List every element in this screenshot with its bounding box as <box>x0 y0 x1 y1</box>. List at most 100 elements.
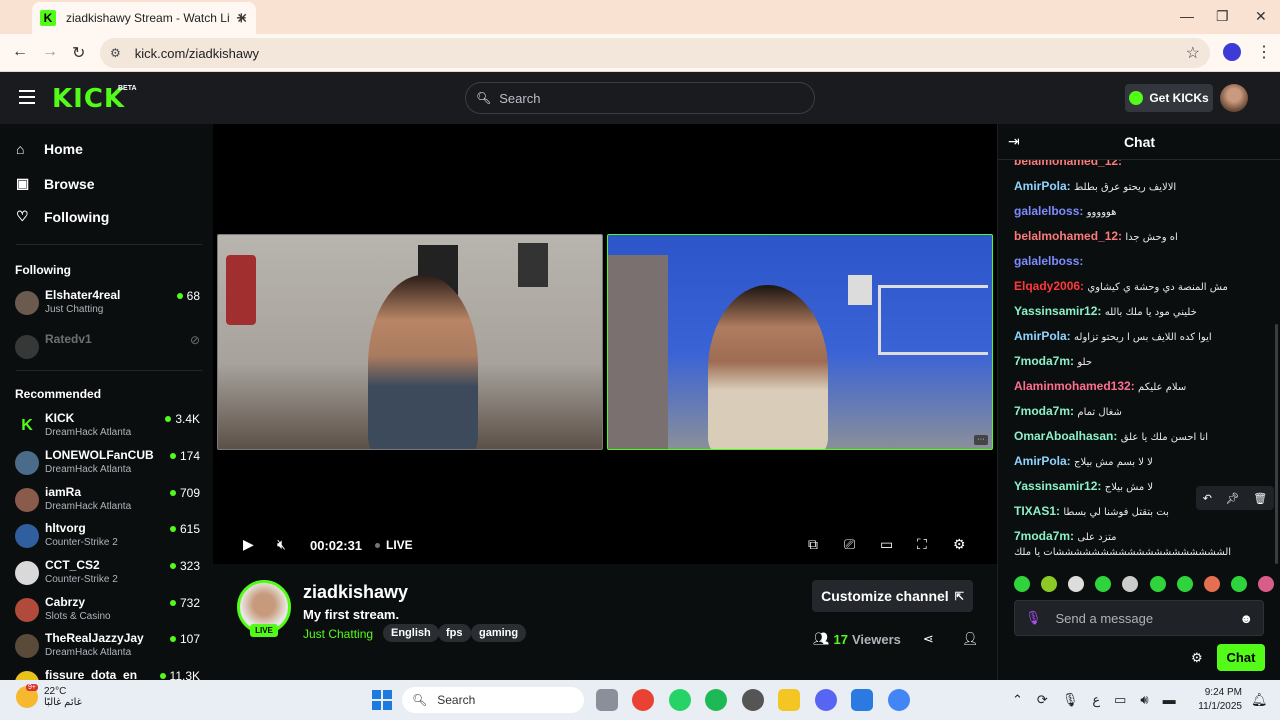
sidebar-item-following[interactable]: ♡ Following <box>16 208 109 225</box>
emote[interactable] <box>1014 576 1030 592</box>
browser-tab[interactable]: K ziadkishawy Stream - Watch Live ✕ <box>32 2 256 34</box>
minimize-icon[interactable]: — <box>1180 8 1194 24</box>
channel-item[interactable]: hltvorg Counter-Strike 2 615 <box>15 521 200 555</box>
back-icon[interactable]: ← <box>12 43 28 61</box>
new-tab-button[interactable]: + <box>236 8 247 29</box>
whatsapp-icon[interactable] <box>669 689 691 711</box>
sidebar-item-home[interactable]: ⌂ Home <box>16 141 83 157</box>
chevron-up-icon[interactable]: ⌃ <box>1012 692 1023 708</box>
theater-mode-icon[interactable]: ▭ <box>880 536 893 553</box>
delete-icon[interactable]: 🗑︎ <box>1253 492 1267 505</box>
url-field[interactable]: ⚙ kick.com/ziadkishawy ☆ <box>100 38 1210 68</box>
chat-settings-icon[interactable]: ⚙ <box>1191 650 1203 666</box>
chat-input[interactable]: 🎙︎ Send a message ☻ <box>1014 600 1264 636</box>
chat-username[interactable]: TIXAS1: <box>1014 504 1060 518</box>
clock[interactable]: 9:24 PM 11/1/2025 <box>1198 686 1242 714</box>
chat-scrollbar[interactable] <box>1275 324 1278 564</box>
maximize-icon[interactable]: ❐ <box>1216 8 1229 25</box>
chat-message[interactable]: 7moda7m: حلو <box>1014 354 1274 370</box>
chat-username[interactable]: OmarAboalhasan: <box>1014 429 1117 443</box>
chat-message[interactable]: AmirPola: الالايف ريحتو عرق بطلط <box>1014 179 1274 195</box>
emote[interactable] <box>1122 576 1139 592</box>
customize-channel-button[interactable]: Customize channel ⇱ <box>812 580 973 612</box>
chat-username[interactable]: Yassinsamir12: <box>1014 304 1101 318</box>
battery-icon[interactable]: ▬ <box>1163 692 1176 708</box>
site-info-icon[interactable]: ⚙ <box>110 46 121 60</box>
hamburger-menu-icon[interactable] <box>19 90 35 108</box>
chrome-icon[interactable] <box>632 689 654 711</box>
emoji-icon[interactable]: ☻ <box>1239 611 1253 626</box>
browser-menu-icon[interactable]: ⋮ <box>1256 42 1272 62</box>
chrome-active-icon[interactable] <box>888 689 910 711</box>
channel-item[interactable]: K KICK DreamHack Atlanta 3.4K <box>15 411 200 445</box>
emote[interactable] <box>1257 576 1274 592</box>
extension-icon[interactable] <box>1223 43 1241 61</box>
channel-item[interactable]: Ratedv1 ⊘ <box>15 332 200 366</box>
emote[interactable] <box>1176 576 1193 592</box>
send-chat-button[interactable]: Chat <box>1217 644 1265 671</box>
chat-message[interactable]: Yassinsamir12: خليني مود يا ملك بالله <box>1014 304 1274 320</box>
channel-item[interactable]: TheRealJazzyJay DreamHack Atlanta 107 <box>15 631 200 665</box>
chat-message[interactable]: Elqady2006: مش المنصة دي وحشة ي كيشاوي <box>1014 279 1274 295</box>
windows-start-icon[interactable] <box>372 690 392 710</box>
more-icon[interactable]: ··· <box>974 435 988 445</box>
chat-message[interactable]: Alaminmohamed132: سلام عليكم <box>1014 379 1274 395</box>
chat-username[interactable]: galalelboss: <box>1014 204 1083 218</box>
user-avatar[interactable] <box>1220 84 1248 112</box>
display-icon[interactable]: ▭ <box>1114 692 1126 708</box>
language-indicator[interactable]: ع <box>1092 692 1100 708</box>
channel-item[interactable]: CCT_CS2 Counter-Strike 2 323 <box>15 558 200 592</box>
task-view-icon[interactable] <box>596 689 618 711</box>
video-player[interactable]: ··· <box>213 124 997 564</box>
chat-username[interactable]: AmirPola: <box>1014 329 1071 343</box>
tag-chip[interactable]: fps <box>438 624 471 642</box>
file-explorer-icon[interactable] <box>778 689 800 711</box>
miniplayer-icon[interactable]: ⧉ <box>808 536 818 553</box>
follow-user-icon[interactable]: 👤︎ <box>962 631 979 647</box>
microphone-icon[interactable]: 🎙︎ <box>1062 692 1079 708</box>
microphone-icon[interactable]: 🎙︎ <box>1025 610 1042 626</box>
chat-username[interactable]: Alaminmohamed132: <box>1014 379 1135 393</box>
taskbar-search[interactable]: 🔍︎ Search <box>402 687 584 713</box>
channel-item[interactable]: Elshater4real Just Chatting 68 <box>15 288 200 322</box>
bookmark-star-icon[interactable]: ☆ <box>1186 43 1200 63</box>
chat-message[interactable]: galalelboss: <box>1014 254 1274 270</box>
channel-name[interactable]: ziadkishawy <box>303 582 408 603</box>
chat-username[interactable]: 7moda7m: <box>1014 404 1074 418</box>
chat-username[interactable]: 7moda7m: <box>1014 529 1074 543</box>
weather-widget[interactable]: 9+ 22°C غائم غالبًا <box>16 684 82 708</box>
settings-gear-icon[interactable]: ⚙ <box>953 536 966 553</box>
tag-chip[interactable]: gaming <box>471 624 527 642</box>
chat-message[interactable]: galalelboss: هووووو <box>1014 204 1274 220</box>
reply-icon[interactable]: ↶ <box>1203 492 1212 505</box>
tag-chip[interactable]: English <box>383 624 439 642</box>
chat-message[interactable]: belalmohamed_12: <box>1014 160 1274 170</box>
chat-username[interactable]: Elqady2006: <box>1014 279 1084 293</box>
channel-item[interactable]: Cabrzy Slots & Casino 732 <box>15 595 200 629</box>
chatgpt-icon[interactable] <box>742 689 764 711</box>
emote[interactable] <box>1149 576 1166 592</box>
chat-username[interactable]: AmirPola: <box>1014 454 1071 468</box>
chat-message[interactable]: 7moda7m: متزد على <box>1014 529 1274 545</box>
mute-icon[interactable]: 🔇︎ <box>277 536 286 553</box>
chat-message[interactable]: الشششششششششششششششششششات يا ملك <box>1014 544 1274 560</box>
sidebar-item-browse[interactable]: ▣ Browse <box>16 175 95 192</box>
emote[interactable] <box>1068 576 1085 592</box>
chat-username[interactable]: belalmohamed_12: <box>1014 229 1122 243</box>
chat-message[interactable]: belalmohamed_12: اه وحش جدا <box>1014 229 1274 245</box>
discord-icon[interactable] <box>815 689 837 711</box>
emote[interactable] <box>1041 576 1058 592</box>
emote[interactable] <box>1230 576 1247 592</box>
stream-category-link[interactable]: Just Chatting <box>303 627 373 641</box>
chat-message[interactable]: OmarAboalhasan: انا احسن ملك يا علق <box>1014 429 1274 445</box>
chat-message[interactable]: AmirPola: لا لا بسم مش بيلاج <box>1014 454 1274 470</box>
forward-icon[interactable]: → <box>42 43 58 61</box>
get-kicks-button[interactable]: Get KICKs <box>1125 84 1213 112</box>
chat-username[interactable]: 7moda7m: <box>1014 354 1074 368</box>
share-icon[interactable]: ⋖ <box>923 631 934 647</box>
channel-item[interactable]: iamRa DreamHack Atlanta 709 <box>15 485 200 519</box>
play-icon[interactable]: ▶ <box>243 536 254 553</box>
kick-logo[interactable]: KICK <box>52 84 125 114</box>
chat-message[interactable]: 7moda7m: شغال تمام <box>1014 404 1274 420</box>
chat-username[interactable]: AmirPola: <box>1014 179 1071 193</box>
